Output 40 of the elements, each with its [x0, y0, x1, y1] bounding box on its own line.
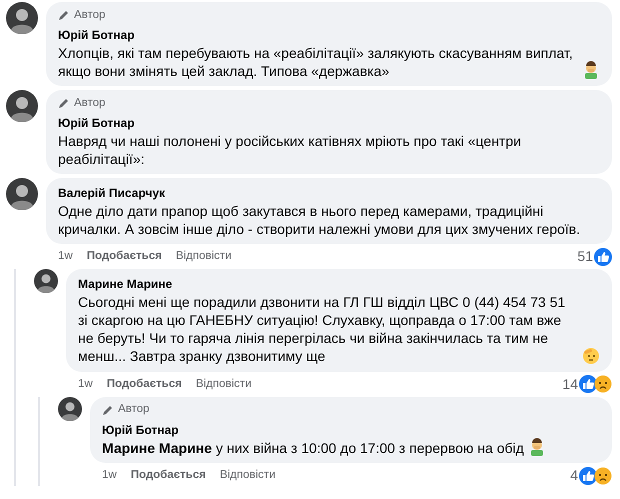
avatar[interactable] [6, 2, 38, 34]
avatar[interactable] [6, 90, 38, 122]
like-reaction-icon [579, 375, 597, 394]
timestamp[interactable]: 1w [78, 376, 93, 393]
comment-text: Марине Марине у них війна з 10:00 до 17:00 з перервою на обід [102, 439, 524, 458]
author-name[interactable]: Валерій Писарчук [58, 186, 166, 200]
avatar[interactable] [6, 178, 38, 210]
like-reaction-icon [579, 466, 597, 485]
saluting-face-icon [582, 346, 600, 365]
reaction-count[interactable]: 51 [577, 246, 593, 268]
author-name[interactable]: Юрій Ботнар [58, 28, 135, 42]
facepalm-emoji-icon [582, 61, 600, 80]
author-label: Автор [74, 8, 106, 22]
author-name[interactable]: Марине Марине [78, 277, 172, 292]
comment-text: Хлопців, які там перебувають на «реабілітації» залякують скасуванням виплат, якщо вони змінять цей заклад. Типова «державка» [58, 44, 574, 80]
author-label: Автор [74, 96, 106, 111]
reply-link[interactable]: Відповісти [220, 467, 276, 485]
like-link[interactable]: Подобається [86, 248, 162, 266]
like-link[interactable]: Подобається [106, 376, 182, 393]
avatar[interactable] [34, 269, 58, 294]
avatar[interactable] [58, 396, 82, 421]
comment-text: Сьогодні мені ще порадили дзвонити на ГЛ ГШ відділ ЦВС 0 (44) 454 73 51 зі скаргою на цю ГАНЕБНУ ситуацію! Слухавку, щоправда о 17:00 там вже не беруть! Чи то гаряча лінія перегрілась чи війна закінчилась та тим не менш... Завтра зранку дзвонитиму ще [78, 292, 566, 366]
pencil-icon [58, 9, 70, 21]
like-link[interactable]: Подобається [130, 467, 206, 485]
timestamp[interactable]: 1w [58, 248, 73, 266]
reaction-count[interactable]: 14 [562, 374, 578, 395]
author-name[interactable]: Юрій Ботнар [102, 422, 179, 437]
pencil-icon [102, 404, 114, 416]
reply-link[interactable]: Відповісти [196, 376, 252, 393]
reaction-count[interactable]: 4 [570, 465, 578, 486]
sad-reaction-icon [594, 466, 612, 485]
sad-reaction-icon [594, 375, 612, 394]
like-reaction-icon [594, 248, 612, 266]
pencil-icon [58, 97, 70, 110]
comment-text: Одне діло дати прапор щоб закутався в нього перед камерами, традиційні кричалки. А зовсім інше діло - створити належні умови для цих змучених героїв. [58, 202, 582, 238]
timestamp[interactable]: 1w [102, 467, 117, 485]
reply-link[interactable]: Відповісти [176, 248, 232, 266]
comment-text: Навряд чи наші полонені у російських катівнях мріють про такі «центри реабілітації»: [58, 132, 522, 168]
author-label: Автор [118, 402, 150, 418]
author-name[interactable]: Юрій Ботнар [58, 116, 135, 130]
